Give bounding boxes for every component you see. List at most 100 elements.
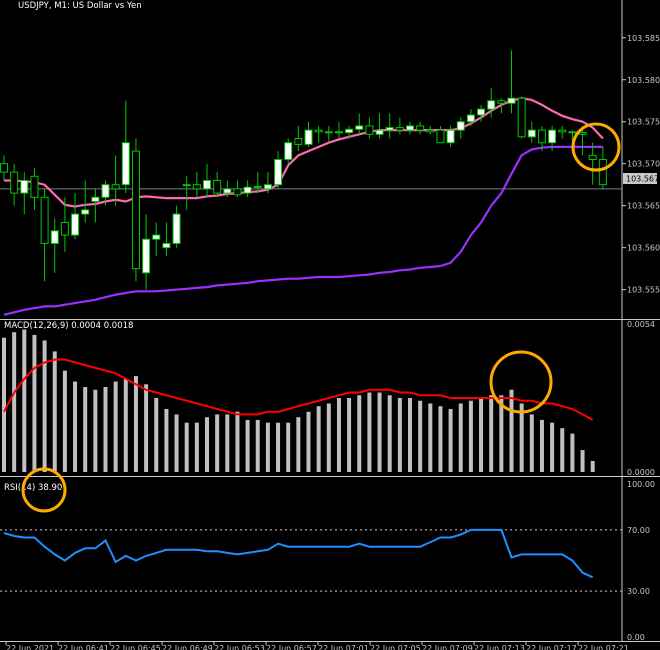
time-tick-label: 22 Jun 06:45: [110, 644, 161, 650]
macd-histogram-bar: [245, 419, 250, 472]
macd-histogram-bar: [164, 408, 169, 472]
candle-body: [345, 128, 354, 134]
macd-histogram-bar: [103, 387, 108, 472]
macd-histogram-bar: [387, 395, 392, 472]
macd-histogram-bar: [428, 403, 433, 472]
candle-body: [213, 179, 222, 194]
rsi-panel[interactable]: 100.00 70.00 30.00 0.00: [0, 480, 655, 642]
macd-histogram-bar: [489, 395, 494, 472]
macd-scale-label: 0.0000: [627, 468, 655, 477]
candle-body: [416, 125, 425, 131]
macd-histogram-bar: [133, 376, 138, 472]
macd-histogram-bar: [2, 337, 6, 472]
macd-histogram-bar: [93, 389, 98, 472]
macd-histogram-bar: [418, 400, 423, 472]
candle-body: [40, 196, 49, 244]
macd-histogram-bar: [215, 414, 220, 472]
candle-body: [456, 121, 465, 131]
price-tick-label: 103.575: [627, 118, 660, 127]
candle-body: [50, 230, 59, 244]
candle-body: [233, 188, 242, 196]
price-tick-label: 103.580: [627, 76, 660, 85]
candle-body: [10, 171, 19, 194]
candle-body: [517, 97, 526, 138]
macd-histogram-bar: [83, 387, 88, 472]
macd-histogram-bar: [326, 403, 331, 472]
time-tick-label: 22 Jun 07:21: [578, 644, 629, 650]
candle-body: [60, 221, 69, 236]
candle-body: [71, 213, 80, 236]
candle-body: [507, 97, 516, 104]
candle-body: [294, 138, 303, 145]
time-tick-label: 22 Jun 06:53: [214, 644, 265, 650]
macd-signal-line: [3, 358, 594, 421]
candle-body: [477, 108, 486, 116]
macd-histogram-bar: [184, 422, 189, 472]
time-tick-label: 22 Jun 07:05: [370, 644, 421, 650]
macd-histogram-bar: [276, 422, 281, 472]
price-tick-label: 103.585: [627, 34, 660, 43]
candle-body: [243, 186, 252, 194]
candle-body: [111, 184, 120, 190]
time-tick-label: 22 Jun 06:41: [58, 644, 109, 650]
candle-body: [284, 142, 293, 160]
candle-body: [466, 114, 475, 123]
candle-body: [30, 175, 39, 198]
time-tick-label: 22 Jun 07:09: [422, 644, 473, 650]
macd-histogram-bar: [539, 419, 544, 472]
macd-histogram-bar: [529, 414, 534, 472]
macd-panel[interactable]: 0.0054 0.0000: [2, 320, 655, 477]
candle-body: [365, 125, 374, 135]
macd-scale-label: 0.0054: [627, 320, 655, 329]
rsi-label: RSI(14) 38.90: [4, 483, 62, 493]
candle-body: [548, 129, 557, 144]
rsi-line: [3, 528, 594, 579]
candle-body: [223, 188, 232, 194]
candle-body: [558, 129, 567, 133]
chart-canvas[interactable]: 103.585 103.580 103.575 103.570 103.565 103.5…: [0, 0, 660, 650]
candle-body: [375, 129, 384, 135]
macd-histogram-bar: [194, 422, 199, 472]
macd-histogram-bar: [73, 381, 78, 472]
time-axis: 22 Jun 2021 22 Jun 06:41 22 Jun 06:45 22 Ju…: [5, 641, 629, 650]
macd-histogram-bar: [397, 398, 402, 472]
candle-body: [91, 196, 100, 202]
rsi-scale-label: 100.00: [627, 480, 655, 489]
price-tick-label: 103.555: [627, 286, 660, 295]
candle-body: [152, 234, 161, 240]
macd-histogram-bar: [32, 334, 37, 472]
price-tick-label: 103.570: [627, 160, 660, 169]
macd-histogram-bar: [458, 403, 463, 472]
candle-body: [598, 159, 607, 186]
candle-body: [537, 129, 546, 144]
price-panel[interactable]: 103.585 103.580 103.575 103.570 103.565 103.5…: [0, 34, 660, 316]
candle-body: [81, 209, 90, 215]
candle-body: [426, 129, 435, 133]
candle-body: [334, 131, 343, 134]
macd-histogram-bar: [519, 403, 524, 472]
time-tick-label: 22 Jun 07:13: [474, 644, 525, 650]
macd-histogram-bar: [479, 398, 484, 472]
highlight-circle: [489, 350, 553, 414]
time-tick-label: 22 Jun 07:17: [526, 644, 577, 650]
candle-body: [436, 129, 445, 144]
macd-histogram-bar: [42, 340, 47, 472]
macd-histogram-bar: [336, 398, 341, 472]
trading-chart-window[interactable]: 103.585 103.580 103.575 103.570 103.565 103.5…: [0, 0, 660, 650]
macd-histogram-bar: [235, 411, 240, 472]
candle-body: [101, 184, 110, 198]
macd-histogram-bar: [590, 461, 595, 472]
macd-histogram-bar: [570, 433, 575, 472]
rsi-scale-label: 70.00: [627, 526, 650, 535]
macd-histogram-bar: [357, 395, 362, 472]
candle-body: [385, 127, 394, 131]
candle-body: [314, 129, 323, 133]
macd-histogram-bar: [12, 332, 17, 472]
macd-histogram-bar: [255, 419, 260, 472]
macd-histogram-bar: [296, 417, 301, 472]
candle-body: [182, 184, 191, 187]
macd-histogram-bar: [113, 381, 118, 472]
macd-histogram-bar: [580, 450, 585, 472]
candle-body: [263, 184, 272, 190]
macd-histogram-bar: [347, 398, 352, 472]
